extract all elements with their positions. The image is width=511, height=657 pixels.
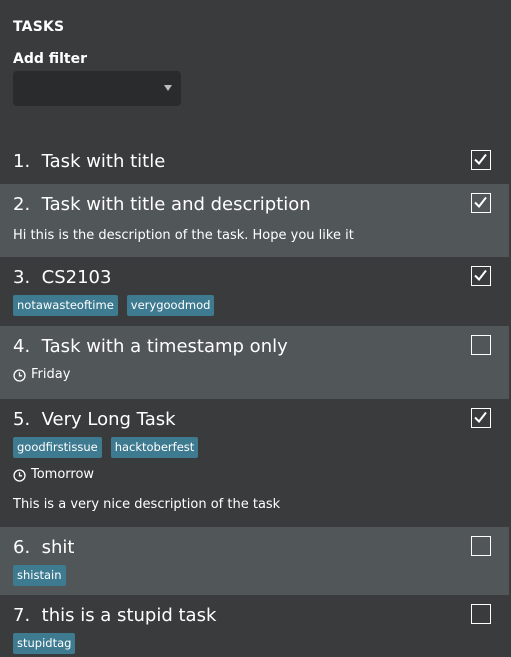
task-item[interactable]: 2. Task with title and description Hi th… [0, 184, 509, 257]
task-description: Hi this is the description of the task. … [13, 228, 354, 243]
task-item[interactable]: 5. Very Long Task goodfirstissue hacktob… [0, 399, 509, 527]
tag: goodfirstissue [13, 437, 102, 458]
task-done-checkbox[interactable] [471, 150, 491, 170]
clock-icon [13, 468, 26, 482]
checkmark-icon [474, 196, 487, 209]
chevron-down-icon[interactable] [164, 85, 172, 91]
filter-label: Add filter [13, 51, 88, 67]
task-item[interactable]: 4. Task with a timestamp only Friday [0, 326, 509, 399]
task-index: 3. [13, 267, 31, 288]
task-item[interactable]: 7. this is a stupid task stupidtag [0, 595, 509, 657]
task-title-line: 6. shit [13, 537, 496, 559]
task-done-checkbox[interactable] [471, 408, 491, 428]
task-description: This is a very nice description of the t… [13, 497, 281, 512]
task-list: 1. Task with title 2. Task with title an… [0, 141, 511, 657]
task-title: shit [41, 537, 75, 558]
tag: notawasteoftime [13, 295, 118, 316]
tag-list: shistain [13, 565, 496, 586]
task-title: Task with a timestamp only [41, 336, 288, 357]
tag-list: notawasteoftime verygoodmod [13, 295, 496, 316]
task-title: Task with title [41, 151, 166, 172]
task-time-label: Friday [31, 367, 71, 382]
checkmark-icon [474, 411, 487, 424]
task-title-line: 7. this is a stupid task [13, 605, 496, 627]
task-title-line: 1. Task with title [13, 151, 496, 173]
task-title-line: 5. Very Long Task [13, 409, 496, 431]
task-done-checkbox[interactable] [471, 536, 491, 556]
task-time: Tomorrow [13, 467, 496, 483]
clock-icon [13, 368, 26, 382]
task-index: 4. [13, 336, 31, 357]
task-index: 5. [13, 409, 31, 430]
header: TASKS Add filter [0, 0, 511, 141]
task-index: 7. [13, 605, 31, 626]
tag: shistain [13, 565, 66, 586]
tag: verygoodmod [126, 295, 215, 316]
task-title: this is a stupid task [41, 605, 217, 626]
task-time: Friday [13, 367, 496, 383]
task-item[interactable]: 6. shit shistain [0, 527, 509, 595]
tag: hacktoberfest [110, 437, 199, 458]
task-title: Task with title and description [41, 194, 311, 215]
checkmark-icon [474, 153, 487, 166]
task-title: Very Long Task [41, 409, 176, 430]
task-panel: TASKS Add filter 1. Task with title 2. T… [0, 0, 511, 657]
task-done-checkbox[interactable] [471, 335, 491, 355]
tag-list: stupidtag [13, 633, 496, 654]
tag-list: goodfirstissue hacktoberfest [13, 437, 496, 458]
page-title: TASKS [13, 19, 65, 35]
checkmark-icon [474, 269, 487, 282]
task-item[interactable]: 3. CS2103 notawasteoftime verygoodmod [0, 257, 509, 326]
tag: stupidtag [13, 633, 76, 654]
task-title-line: 3. CS2103 [13, 267, 496, 289]
task-title-line: 4. Task with a timestamp only [13, 336, 496, 358]
task-index: 2. [13, 194, 31, 215]
filter-dropdown[interactable] [13, 71, 181, 106]
task-done-checkbox[interactable] [471, 266, 491, 286]
task-index: 1. [13, 151, 31, 172]
task-index: 6. [13, 537, 31, 558]
task-title: CS2103 [41, 267, 112, 288]
task-time-label: Tomorrow [31, 467, 95, 482]
task-title-line: 2. Task with title and description [13, 194, 496, 216]
task-done-checkbox[interactable] [471, 193, 491, 213]
task-item[interactable]: 1. Task with title [0, 141, 509, 184]
task-done-checkbox[interactable] [471, 604, 491, 624]
